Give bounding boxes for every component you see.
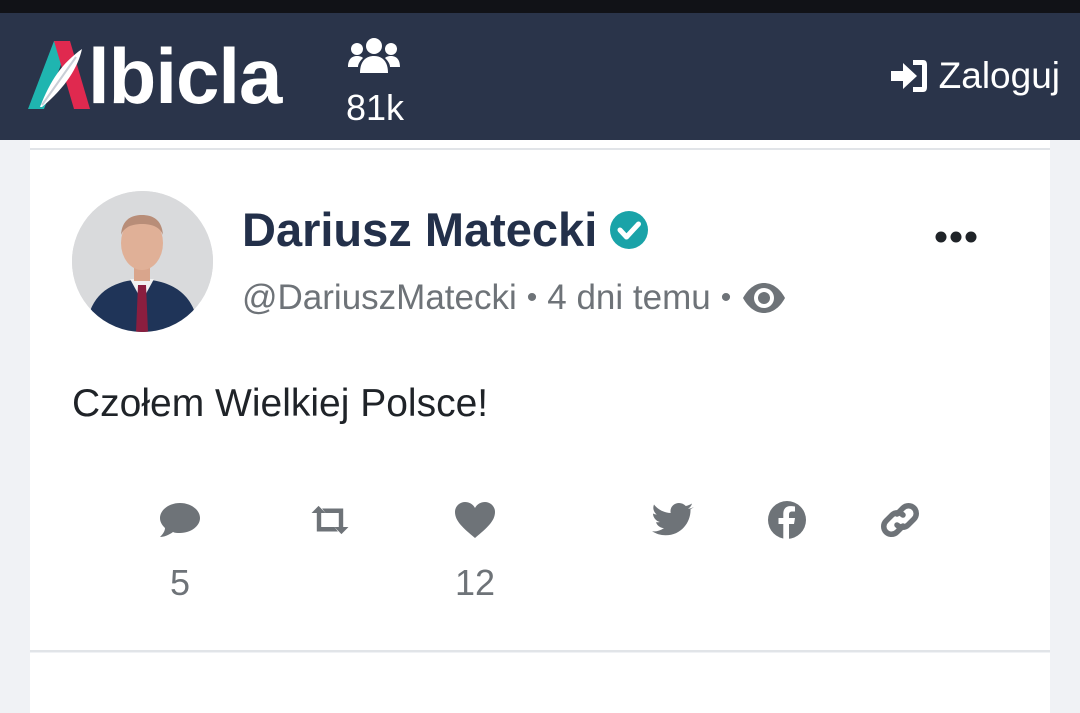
users-count: 81k: [346, 87, 405, 128]
retweet-icon: [311, 505, 349, 535]
comments-count: 5: [169, 562, 191, 603]
link-icon: [881, 503, 919, 537]
status-strip: [0, 0, 1080, 13]
share-facebook-button[interactable]: [747, 500, 827, 540]
post-meta: @DariuszMatecki • 4 dni temu •: [242, 278, 787, 318]
heart-icon: [455, 502, 495, 538]
comment-icon: [160, 503, 200, 537]
logo-text: lbicla: [88, 32, 282, 120]
like-button[interactable]: 12: [435, 500, 515, 604]
ellipsis-icon[interactable]: [935, 230, 977, 244]
verified-check-icon: [610, 210, 649, 249]
comment-button[interactable]: 5: [140, 500, 220, 604]
login-label: Zaloguj: [938, 55, 1060, 96]
repost-button[interactable]: [290, 500, 370, 540]
share-twitter-button[interactable]: [634, 500, 714, 540]
meta-separator: •: [720, 281, 732, 314]
author-name[interactable]: Dariusz Matecki: [242, 202, 597, 257]
post-time[interactable]: 4 dni temu: [547, 278, 710, 318]
post-text: Czołem Wielkiej Polsce!: [72, 382, 489, 425]
logo-feather-a-icon: [28, 41, 90, 109]
previous-post-edge: [30, 140, 1050, 150]
copy-link-button[interactable]: [860, 500, 940, 540]
post-actions: 5 12: [30, 500, 1050, 610]
meta-separator: •: [526, 281, 538, 314]
next-post-card: [30, 653, 1050, 713]
avatar[interactable]: [72, 191, 213, 332]
avatar-photo: [72, 191, 213, 332]
post-card: Dariusz Matecki @DariuszMatecki • 4 dni …: [30, 150, 1050, 652]
top-navbar: lbicla 81k Zaloguj: [0, 13, 1080, 140]
facebook-icon: [768, 501, 806, 539]
users-icon: [348, 38, 400, 73]
sign-in-icon: [890, 60, 927, 92]
author-handle[interactable]: @DariuszMatecki: [242, 278, 517, 318]
login-button[interactable]: Zaloguj: [889, 55, 1060, 96]
author-row: Dariusz Matecki: [242, 202, 649, 257]
users-counter[interactable]: 81k: [346, 37, 416, 137]
eye-icon[interactable]: [741, 282, 787, 314]
albicla-logo[interactable]: lbicla: [28, 32, 318, 121]
likes-count: 12: [454, 562, 496, 603]
twitter-icon: [652, 503, 694, 536]
